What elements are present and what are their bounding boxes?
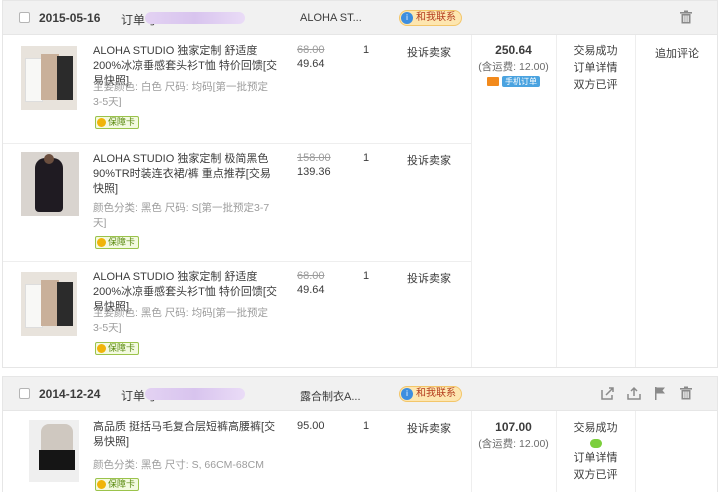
- product-thumbnail[interactable]: [21, 272, 77, 336]
- order-item-row: ALOHA STUDIO 独家定制 舒适度200%冰凉垂感套头衫T恤 特价回馈[…: [3, 262, 471, 368]
- original-price: 68.00: [297, 44, 325, 56]
- chat-icon: i: [401, 388, 413, 400]
- order-item-row: ALOHA STUDIO 独家定制 舒适度200%冰凉垂感套头衫T恤 特价回馈[…: [3, 36, 471, 144]
- order-item-row: 高品质 挺括马毛复合层短裤高腰裤[交易快照] 颜色分类: 黑色 尺寸: S, 6…: [3, 412, 471, 492]
- upload-icon[interactable]: [627, 386, 641, 400]
- coin-icon: [97, 118, 106, 127]
- order-total: 250.64 (含运费: 12.00) 手机订单: [471, 43, 556, 89]
- mobile-order-badge: 手机订单: [502, 76, 540, 87]
- contact-seller-button[interactable]: i 和我联系: [399, 10, 462, 26]
- add-review-link[interactable]: 追加评论: [635, 45, 719, 61]
- trash-icon[interactable]: [679, 10, 693, 24]
- guarantee-card-badge[interactable]: 保障卡: [95, 342, 140, 355]
- unit-price: 49.64: [297, 284, 325, 296]
- quantity: 1: [363, 270, 370, 282]
- quantity: 1: [363, 44, 370, 56]
- shipping-fee: (含运费: 12.00): [478, 61, 549, 73]
- order-number-redacted: [145, 12, 245, 24]
- complain-seller-link[interactable]: 投诉卖家: [407, 420, 451, 436]
- order-checkbox[interactable]: [19, 12, 30, 23]
- chat-icon: i: [401, 12, 413, 24]
- wechat-icon[interactable]: [589, 439, 602, 448]
- coin-icon: [97, 480, 106, 489]
- product-title-link[interactable]: 高品质 挺括马毛复合层短裤高腰裤[交易快照]: [93, 420, 277, 450]
- product-title-link[interactable]: ALOHA STUDIO 独家定制 极简黑色90%TR时装连衣裙/裤 重点推荐[…: [93, 152, 277, 197]
- divider: [635, 35, 636, 367]
- order-date: 2014-12-24: [39, 387, 101, 401]
- complain-seller-link[interactable]: 投诉卖家: [407, 270, 451, 286]
- unit-price: 139.36: [297, 166, 331, 178]
- coin-icon: [97, 344, 106, 353]
- product-attributes: 主要颜色: 黑色 尺码: 均码[第一批预定3-5天]: [93, 307, 269, 334]
- total-amount: 250.64: [495, 43, 532, 57]
- contact-seller-button[interactable]: i 和我联系: [399, 386, 462, 402]
- product-thumbnail[interactable]: [29, 420, 79, 482]
- original-price: 158.00: [297, 152, 331, 164]
- product-attributes: 主要颜色: 白色 尺码: 均码[第一批预定3-5天]: [93, 81, 269, 108]
- unit-price: 49.64: [297, 58, 325, 70]
- order-status: 交易成功 订单详情 双方已评: [556, 420, 635, 484]
- guarantee-card-label: 保障卡: [108, 479, 136, 489]
- unit-price: 95.00: [297, 420, 325, 432]
- order-total: 107.00 (含运费: 12.00): [471, 420, 556, 451]
- order-item-row: ALOHA STUDIO 独家定制 极简黑色90%TR时装连衣裙/裤 重点推荐[…: [3, 144, 471, 262]
- guarantee-card-label: 保障卡: [108, 117, 136, 127]
- reviewed-text: 双方已评: [573, 469, 618, 481]
- share-icon[interactable]: [601, 386, 615, 400]
- guarantee-card-badge[interactable]: 保障卡: [95, 478, 140, 491]
- flag-icon[interactable]: [653, 386, 667, 400]
- guarantee-card-label: 保障卡: [108, 237, 136, 247]
- order-details-link[interactable]: 订单详情: [556, 450, 635, 467]
- mobile-order-indicator: 手机订单: [487, 76, 540, 87]
- contact-seller-label: 和我联系: [416, 12, 456, 23]
- complain-seller-link[interactable]: 投诉卖家: [407, 152, 451, 168]
- order-header: 2014-12-24 订单号: 露合制衣A... i 和我联系: [3, 377, 717, 411]
- order-actions: [679, 10, 693, 24]
- shop-name-link[interactable]: ALOHA ST...: [300, 12, 362, 24]
- phone-icon: [487, 77, 499, 86]
- order-header: 2015-05-16 订单号: ALOHA ST... i 和我联系: [3, 1, 717, 35]
- trash-icon[interactable]: [679, 386, 693, 400]
- shop-name-link[interactable]: 露合制衣A...: [300, 388, 361, 404]
- quantity: 1: [363, 420, 370, 432]
- guarantee-card-badge[interactable]: 保障卡: [95, 236, 140, 249]
- status-text: 交易成功: [573, 45, 618, 57]
- order-checkbox[interactable]: [19, 388, 30, 399]
- reviewed-text: 双方已评: [573, 79, 618, 91]
- product-thumbnail[interactable]: [21, 152, 79, 216]
- quantity: 1: [363, 152, 370, 164]
- guarantee-card-badge[interactable]: 保障卡: [95, 116, 140, 129]
- complain-seller-link[interactable]: 投诉卖家: [407, 44, 451, 60]
- contact-seller-label: 和我联系: [416, 388, 456, 399]
- order-card: 2015-05-16 订单号: ALOHA ST... i 和我联系 ALOHA …: [2, 0, 718, 368]
- guarantee-card-label: 保障卡: [108, 343, 136, 353]
- order-number-redacted: [145, 388, 245, 400]
- product-attributes: 颜色分类: 黑色 尺寸: S, 66CM-68CM: [93, 459, 264, 471]
- order-details-link[interactable]: 订单详情: [556, 60, 635, 77]
- total-amount: 107.00: [495, 420, 532, 434]
- order-date: 2015-05-16: [39, 11, 101, 25]
- status-text: 交易成功: [573, 422, 618, 434]
- shipping-fee: (含运费: 12.00): [478, 438, 549, 450]
- divider: [635, 411, 636, 492]
- product-attributes: 颜色分类: 黑色 尺码: S[第一批预定3-7天]: [93, 202, 270, 229]
- original-price: 68.00: [297, 270, 325, 282]
- coin-icon: [97, 238, 106, 247]
- order-card: 2014-12-24 订单号: 露合制衣A... i 和我联系 高品质 挺括马毛复…: [2, 376, 718, 492]
- order-actions: [601, 386, 693, 400]
- product-thumbnail[interactable]: [21, 46, 77, 110]
- order-status: 交易成功 订单详情 双方已评: [556, 43, 635, 94]
